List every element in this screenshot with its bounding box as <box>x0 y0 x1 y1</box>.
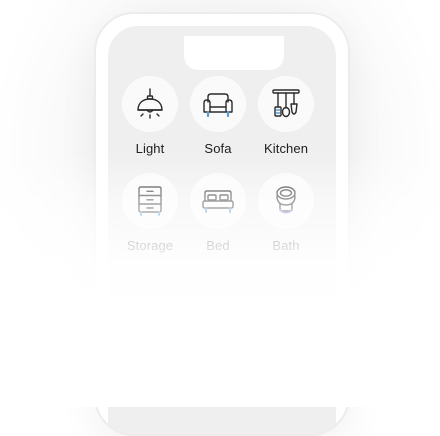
sofa-icon <box>203 93 233 118</box>
category-bath[interactable]: Bath <box>250 173 322 253</box>
category-bed-label: Bed <box>206 238 230 253</box>
category-sofa[interactable]: Sofa <box>182 76 254 156</box>
category-bath-label: Bath <box>272 238 300 253</box>
category-storage-label: Storage <box>126 238 174 253</box>
category-kitchen[interactable]: Kitchen <box>250 76 322 156</box>
category-sofa-circle[interactable] <box>190 76 246 132</box>
drawer-cabinet-icon <box>138 186 162 216</box>
toilet-icon <box>276 186 296 214</box>
category-storage-circle[interactable] <box>122 173 178 229</box>
category-storage[interactable]: Storage <box>114 173 186 253</box>
category-bed-circle[interactable] <box>190 173 246 229</box>
phone-screen: Light Sofa Kitchen Storage Bed Bath <box>108 26 336 434</box>
phone-notch <box>184 36 284 70</box>
category-bath-circle[interactable] <box>258 173 314 229</box>
category-sofa-label: Sofa <box>204 141 232 156</box>
category-bed[interactable]: Bed <box>182 173 254 253</box>
bed-icon <box>202 190 234 213</box>
category-kitchen-label: Kitchen <box>263 141 309 156</box>
pendant-lamp-icon <box>137 88 163 119</box>
kitchen-utensils-icon <box>272 89 300 118</box>
phone-mockup: Light Sofa Kitchen Storage Bed Bath <box>94 12 350 436</box>
category-light[interactable]: Light <box>114 76 186 156</box>
category-kitchen-circle[interactable] <box>258 76 314 132</box>
category-light-label: Light <box>135 141 165 156</box>
category-light-circle[interactable] <box>122 76 178 132</box>
